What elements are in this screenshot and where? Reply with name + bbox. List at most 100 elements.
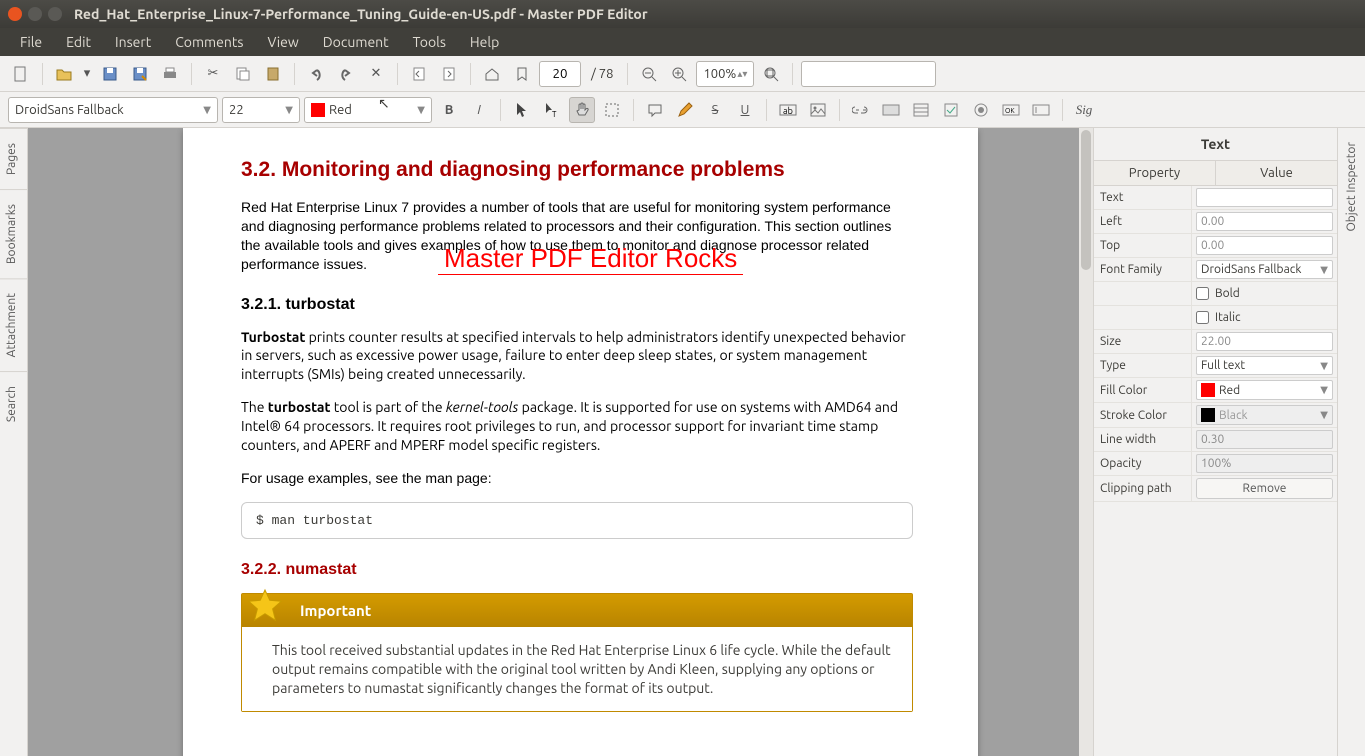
undo-button[interactable] xyxy=(303,61,329,87)
pdf-page: 3.2. Monitoring and diagnosing performan… xyxy=(183,128,978,756)
underline-tool[interactable]: U xyxy=(732,97,758,123)
search-input[interactable] xyxy=(801,61,936,87)
prop-opacity-label: Opacity xyxy=(1094,452,1192,475)
minimize-icon[interactable] xyxy=(28,7,42,21)
font-size-combo[interactable]: 22▼ xyxy=(222,97,300,123)
prop-type-select[interactable]: Full text▼ xyxy=(1196,356,1333,375)
copy-button[interactable] xyxy=(230,61,256,87)
chevron-down-icon[interactable]: ▾ xyxy=(81,61,93,87)
dock-tab-search[interactable]: Search xyxy=(0,371,27,436)
menu-bar: File Edit Insert Comments View Document … xyxy=(0,28,1365,56)
menu-view[interactable]: View xyxy=(257,30,308,54)
window-title: Red_Hat_Enterprise_Linux-7-Performance_T… xyxy=(74,6,648,22)
bold-button[interactable]: B xyxy=(436,97,462,123)
title-bar: Red_Hat_Enterprise_Linux-7-Performance_T… xyxy=(0,0,1365,28)
save-as-button[interactable] xyxy=(127,61,153,87)
dock-tab-pages[interactable]: Pages xyxy=(0,128,27,189)
cancel-button[interactable]: ✕ xyxy=(363,61,389,87)
new-doc-button[interactable] xyxy=(8,61,34,87)
menu-insert[interactable]: Insert xyxy=(105,30,161,54)
list-box-tool[interactable] xyxy=(908,97,934,123)
vertical-scrollbar[interactable] xyxy=(1079,128,1093,756)
prop-left-input[interactable] xyxy=(1196,212,1333,231)
prop-font-family-select[interactable]: DroidSans Fallback▼ xyxy=(1196,260,1333,279)
zoom-combo[interactable]: 100%▴▾ xyxy=(696,61,754,87)
edit-text-tool[interactable]: T xyxy=(539,97,565,123)
menu-tools[interactable]: Tools xyxy=(403,30,456,54)
prop-bold-checkbox[interactable]: Bold xyxy=(1196,287,1240,300)
prop-italic-checkbox[interactable]: Italic xyxy=(1196,311,1241,324)
prop-left-label: Left xyxy=(1094,210,1192,233)
link-tool[interactable] xyxy=(848,97,874,123)
prop-size-input[interactable] xyxy=(1196,332,1333,351)
print-button[interactable] xyxy=(157,61,183,87)
menu-edit[interactable]: Edit xyxy=(56,30,101,54)
cut-button[interactable]: ✂ xyxy=(200,61,226,87)
checkbox-tool[interactable] xyxy=(938,97,964,123)
menu-document[interactable]: Document xyxy=(313,30,399,54)
pencil-tool[interactable] xyxy=(672,97,698,123)
inspector-header: Property Value xyxy=(1094,160,1337,186)
prev-page-button[interactable] xyxy=(406,61,432,87)
menu-file[interactable]: File xyxy=(10,30,52,54)
prop-fill-color-select[interactable]: Red▼ xyxy=(1196,380,1333,400)
text-annotation[interactable]: Master PDF Editor Rocks xyxy=(438,243,743,275)
prop-clipping-remove-button[interactable]: Remove xyxy=(1196,478,1333,499)
next-page-button[interactable] xyxy=(436,61,462,87)
prop-opacity-input[interactable] xyxy=(1196,454,1333,473)
dock-tab-object-inspector[interactable]: Object Inspector xyxy=(1340,128,1363,246)
zoom-fit-button[interactable] xyxy=(758,61,784,87)
document-viewport[interactable]: 3.2. Monitoring and diagnosing performan… xyxy=(28,128,1093,756)
signature-tool[interactable]: Sig xyxy=(1071,97,1097,123)
svg-text:ab: ab xyxy=(783,106,793,116)
font-size-value: 22 xyxy=(229,103,244,117)
left-dock: Pages Bookmarks Attachment Search xyxy=(0,128,28,756)
zoom-out-button[interactable] xyxy=(636,61,662,87)
star-icon xyxy=(246,588,284,626)
scrollbar-thumb[interactable] xyxy=(1081,130,1091,270)
combo-box-tool[interactable]: OK xyxy=(998,97,1024,123)
prop-clipping-label: Clipping path xyxy=(1094,476,1192,501)
prop-fill-color-label: Fill Color xyxy=(1094,378,1192,402)
zoom-in-button[interactable] xyxy=(666,61,692,87)
form-button-tool[interactable] xyxy=(878,97,904,123)
strikeout-tool[interactable]: S xyxy=(702,97,728,123)
dock-tab-bookmarks[interactable]: Bookmarks xyxy=(0,189,27,278)
prop-text-input[interactable] xyxy=(1196,188,1333,207)
menu-help[interactable]: Help xyxy=(460,30,509,54)
text-box-tool[interactable] xyxy=(1028,97,1054,123)
paste-button[interactable] xyxy=(260,61,286,87)
radio-tool[interactable] xyxy=(968,97,994,123)
select-tool[interactable] xyxy=(509,97,535,123)
dock-tab-attachment[interactable]: Attachment xyxy=(0,278,27,371)
prop-top-label: Top xyxy=(1094,234,1192,257)
close-icon[interactable] xyxy=(8,7,22,21)
important-title: Important xyxy=(242,594,912,627)
section-heading: 3.2. Monitoring and diagnosing performan… xyxy=(241,158,913,182)
prop-font-family-label: Font Family xyxy=(1094,258,1192,281)
page-number-input[interactable] xyxy=(539,61,581,87)
maximize-icon[interactable] xyxy=(48,7,62,21)
menu-comments[interactable]: Comments xyxy=(165,30,253,54)
home-button[interactable] xyxy=(479,61,505,87)
window-controls xyxy=(8,7,62,21)
important-body: This tool received substantial updates i… xyxy=(242,627,912,712)
text-field-tool[interactable]: ab xyxy=(775,97,801,123)
prop-stroke-color-select[interactable]: Black▼ xyxy=(1196,405,1333,425)
marquee-tool[interactable] xyxy=(599,97,625,123)
redo-button[interactable] xyxy=(333,61,359,87)
image-tool[interactable] xyxy=(805,97,831,123)
bookmark-button[interactable] xyxy=(509,61,535,87)
prop-line-width-label: Line width xyxy=(1094,428,1192,451)
inspector-title: Text xyxy=(1094,128,1337,160)
font-family-combo[interactable]: DroidSans Fallback▼ xyxy=(8,97,218,123)
svg-text:OK: OK xyxy=(1005,107,1015,115)
prop-line-width-input[interactable] xyxy=(1196,430,1333,449)
hand-tool[interactable] xyxy=(569,97,595,123)
prop-top-input[interactable] xyxy=(1196,236,1333,255)
font-color-combo[interactable]: Red▼ xyxy=(304,97,432,123)
note-tool[interactable] xyxy=(642,97,668,123)
open-button[interactable] xyxy=(51,61,77,87)
save-button[interactable] xyxy=(97,61,123,87)
italic-button[interactable]: I xyxy=(466,97,492,123)
